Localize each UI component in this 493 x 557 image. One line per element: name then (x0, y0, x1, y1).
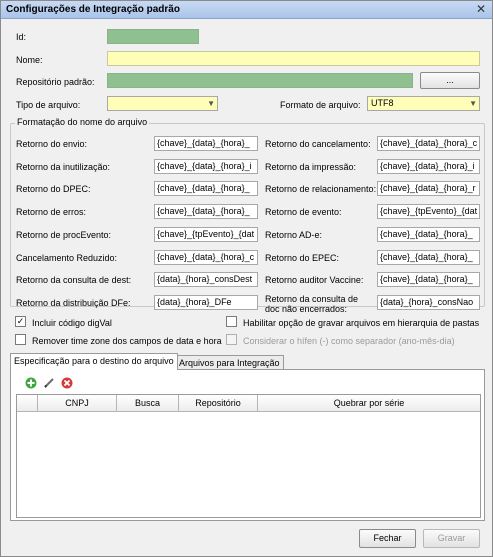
chevron-down-icon: ▼ (469, 99, 477, 108)
format-left-field[interactable]: {chave}_{data}_{hora}_c (154, 250, 258, 265)
format-right-label: Retorno da consulta de doc não encerrado… (265, 294, 359, 314)
format-left-field[interactable]: {chave}_{data}_{hora}_ (154, 136, 258, 151)
format-right-label: Retorno AD-e: (265, 230, 323, 240)
column-header-repositorio[interactable]: Repositório (179, 395, 258, 412)
format-left-label: Cancelamento Reduzido: (16, 253, 118, 263)
remover-tz-label: Remover time zone dos campos de data e h… (32, 336, 222, 346)
format-right-label: Retorno de relacionamento: (265, 184, 377, 194)
column-header-quebrar[interactable]: Quebrar por série (258, 395, 480, 412)
repositorio-label: Repositório padrão: (16, 77, 95, 87)
nome-label: Nome: (16, 55, 43, 65)
row-header-corner (17, 395, 38, 412)
format-right-label: Retorno do cancelamento: (265, 139, 371, 149)
repositorio-field[interactable] (107, 73, 413, 88)
format-right-field[interactable]: {chave}_{data}_{hora}_r (377, 181, 480, 196)
id-label: Id: (16, 32, 27, 42)
format-left-field[interactable]: {chave}_{data}_{hora}_ (154, 181, 258, 196)
fechar-button[interactable]: Fechar (359, 529, 416, 548)
formato-select[interactable]: UTF8 ▼ (367, 96, 480, 111)
tab-especificacao[interactable]: Especificação para o destino do arquivo (10, 353, 178, 370)
id-field[interactable] (107, 29, 199, 44)
title-bar: Configurações de Integração padrão ✕ (1, 1, 492, 19)
config-window: Configurações de Integração padrão ✕ Id:… (0, 0, 493, 557)
format-right-field[interactable]: {chave}_{data}_{hora}_ (377, 250, 480, 265)
formato-label: Formato de arquivo: (280, 100, 361, 110)
format-left-label: Retorno do DPEC: (16, 184, 91, 194)
hifen-label: Considerar o hífen (-) como separador (a… (243, 336, 455, 346)
incluir-digval-label: Incluir código digVal (32, 318, 112, 328)
incluir-digval-checkbox[interactable]: ✓ (15, 316, 26, 327)
format-right-label: Retorno de evento: (265, 207, 342, 217)
format-left-field[interactable]: {data}_{hora}_DFe (154, 295, 258, 310)
nome-field[interactable] (107, 51, 480, 66)
column-header-cnpj[interactable]: CNPJ (38, 395, 117, 412)
format-left-field[interactable]: {chave}_{data}_{hora}_i (154, 159, 258, 174)
format-right-field[interactable]: {chave}_{data}_{hora}_ (377, 227, 480, 242)
format-right-field[interactable]: {chave}_{data}_{hora}_c (377, 136, 480, 151)
format-left-label: Retorno de erros: (16, 207, 87, 217)
format-left-field[interactable]: {data}_{hora}_consDest (154, 272, 258, 287)
format-left-label: Retorno de procEvento: (16, 230, 112, 240)
format-right-field[interactable]: {chave}_{tpEvento}_{dat (377, 204, 480, 219)
hierarquia-checkbox[interactable] (226, 316, 237, 327)
format-left-label: Retorno da inutilização: (16, 162, 111, 172)
close-icon[interactable]: ✕ (474, 3, 488, 16)
format-right-label: Retorno do EPEC: (265, 253, 340, 263)
format-left-field[interactable]: {chave}_{tpEvento}_{dat (154, 227, 258, 242)
delete-icon[interactable] (61, 377, 73, 389)
format-group-title: Formatação do nome do arquivo (15, 117, 150, 127)
window-title: Configurações de Integração padrão (6, 4, 180, 15)
browse-button[interactable]: ... (420, 72, 480, 89)
formato-value: UTF8 (371, 98, 394, 108)
hifen-checkbox[interactable] (226, 334, 237, 345)
destinos-table[interactable]: CNPJ Busca Repositório Quebrar por série (16, 394, 481, 518)
gravar-button[interactable]: Gravar (423, 529, 480, 548)
format-left-label: Retorno do envio: (16, 139, 88, 149)
add-icon[interactable] (25, 377, 37, 389)
tab-panel: CNPJ Busca Repositório Quebrar por série (10, 369, 485, 521)
hierarquia-label: Habilitar opção de gravar arquivos em hi… (243, 318, 480, 328)
edit-icon[interactable] (43, 377, 55, 389)
format-left-label: Retorno da consulta de dest: (16, 275, 132, 285)
column-header-busca[interactable]: Busca (117, 395, 179, 412)
format-right-label: Retorno da impressão: (265, 162, 357, 172)
format-left-label: Retorno da distribuição DFe: (16, 298, 131, 308)
format-right-field[interactable]: {data}_{hora}_consNao (377, 295, 480, 310)
format-right-field[interactable]: {chave}_{data}_{hora}_ (377, 272, 480, 287)
chevron-down-icon: ▼ (207, 99, 215, 108)
format-right-label: Retorno auditor Vaccine: (265, 275, 364, 285)
format-left-field[interactable]: {chave}_{data}_{hora}_ (154, 204, 258, 219)
tipo-select[interactable]: ▼ (107, 96, 218, 111)
remover-tz-checkbox[interactable] (15, 334, 26, 345)
format-right-field[interactable]: {chave}_{data}_{hora}_i (377, 159, 480, 174)
tipo-label: Tipo de arquivo: (16, 100, 81, 110)
